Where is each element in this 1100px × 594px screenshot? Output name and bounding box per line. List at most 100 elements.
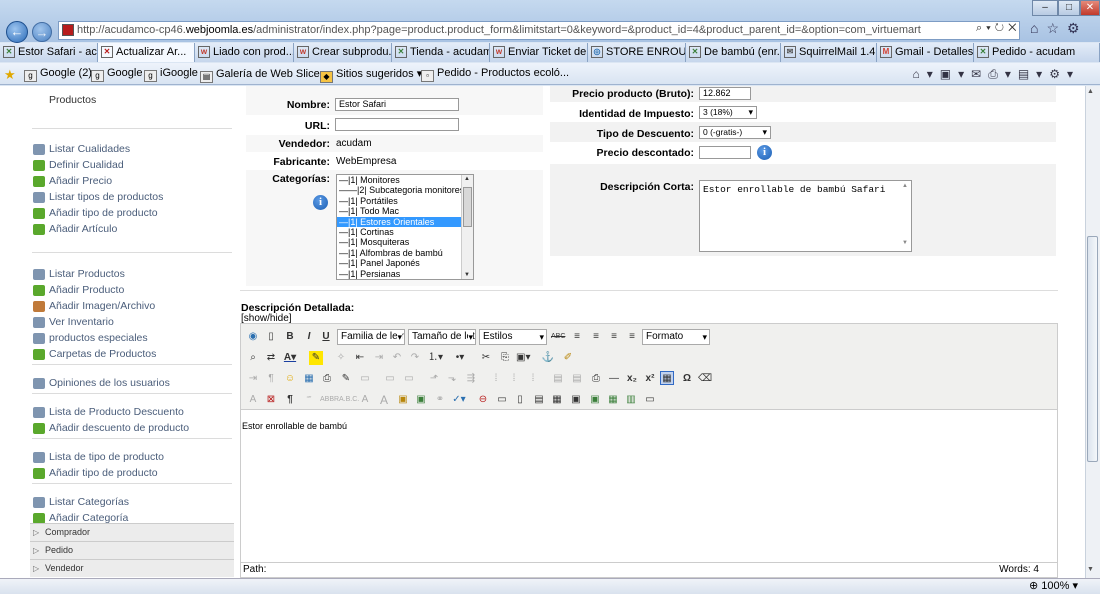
categories-scrollbar[interactable]: ▲ ▼: [461, 175, 473, 279]
page-menu-icon[interactable]: ▤▾: [1018, 67, 1049, 81]
maximize-button[interactable]: □: [1058, 0, 1080, 16]
fullscreen-icon[interactable]: ▭: [495, 393, 509, 407]
time-icon[interactable]: ▣: [569, 393, 583, 407]
favorites-star-icon[interactable]: ★: [4, 67, 16, 83]
category-option[interactable]: —|1| Portátiles: [337, 196, 461, 206]
horizontal-rule-icon[interactable]: —: [607, 372, 621, 386]
link-icon[interactable]: ⚭: [433, 393, 447, 407]
undo-icon[interactable]: ↶: [390, 351, 404, 365]
del-icon[interactable]: A: [358, 393, 372, 407]
spellcheck-icon[interactable]: ✓▾: [452, 393, 466, 407]
home-icon[interactable]: ⌂▾: [913, 67, 940, 81]
sidebar-item[interactable]: Lista de Producto Descuento: [30, 406, 234, 420]
highlight-color-icon[interactable]: ✎: [309, 351, 323, 365]
sidebar-item[interactable]: Añadir Producto: [30, 284, 234, 298]
font-family-select[interactable]: Familia de letra: [337, 329, 405, 345]
category-option[interactable]: —|1| Mosquiteras: [337, 237, 461, 247]
sidebar-item[interactable]: Añadir tipo de producto: [30, 207, 234, 221]
sidebar-item[interactable]: Añadir Imagen/Archivo: [30, 300, 234, 314]
tab-5[interactable]: w Enviar Ticket de...: [490, 43, 588, 62]
tab-1[interactable]: ✕ Actualizar Ar...: [98, 43, 195, 62]
sidebar-item[interactable]: Añadir Precio: [30, 175, 234, 189]
insert-style-icon[interactable]: A: [246, 393, 260, 407]
sidebar-item[interactable]: Opiniones de los usuarios: [30, 377, 234, 391]
edit-icon[interactable]: ✎: [339, 372, 353, 386]
align-right-icon[interactable]: ≡: [607, 330, 621, 344]
minimize-button[interactable]: –: [1032, 0, 1058, 16]
bullet-list-icon[interactable]: •▾: [453, 351, 467, 365]
bold-icon[interactable]: B: [283, 330, 297, 344]
nombre-input[interactable]: Estor Safari: [335, 98, 459, 111]
tab-3[interactable]: w Crear subprodu...: [294, 43, 392, 62]
impuesto-select[interactable]: 3 (18%): [699, 106, 757, 119]
tab-9[interactable]: M Gmail - Detalles...: [877, 43, 974, 62]
visual-aid-icon[interactable]: ⊠: [264, 393, 278, 407]
column2-icon[interactable]: ⁞: [507, 372, 521, 386]
insert-layer-icon[interactable]: ▯: [513, 393, 527, 407]
cleanup-icon[interactable]: ✧: [334, 351, 348, 365]
category-option[interactable]: ——|2| Subcategoria monitores: [337, 185, 464, 195]
find-icon[interactable]: ⌕: [246, 351, 260, 365]
strikethrough-icon[interactable]: ABC: [551, 330, 565, 344]
font-size-select[interactable]: Tamaño de letra: [408, 329, 476, 345]
align-center-icon[interactable]: ≡: [589, 330, 603, 344]
quote-icon[interactable]: “”: [302, 393, 316, 407]
stop-icon[interactable]: ✕: [1008, 22, 1020, 34]
row-icon[interactable]: ▤: [551, 372, 565, 386]
eraser-icon[interactable]: ⌫: [698, 372, 712, 386]
redo-icon[interactable]: ↷: [408, 351, 422, 365]
anchor-icon[interactable]: ⚓: [541, 351, 555, 365]
move-backward-icon[interactable]: ⬎: [445, 372, 459, 386]
pilcrow-icon[interactable]: ¶: [283, 393, 297, 407]
sidebar-item[interactable]: Añadir Artículo: [30, 223, 234, 237]
sidebar-group-vendedor[interactable]: Vendedor: [30, 559, 234, 577]
search-icon[interactable]: ⌕: [976, 22, 986, 34]
cut-icon[interactable]: ✂: [479, 351, 493, 365]
outdent-icon[interactable]: ⇤: [353, 351, 367, 365]
row2-icon[interactable]: ▤: [570, 372, 584, 386]
layer-icon[interactable]: ▭: [383, 372, 397, 386]
sidebar-item[interactable]: productos especiales: [30, 332, 234, 346]
insert-image-icon[interactable]: ▣: [588, 393, 602, 407]
safety-icon[interactable]: ⚙▾: [1049, 67, 1080, 81]
precio-input[interactable]: 12.862: [699, 87, 751, 100]
category-option[interactable]: —|1| Panel Japonés: [337, 258, 461, 268]
gear-icon[interactable]: ⚙: [1067, 20, 1088, 36]
editor-content[interactable]: Estor enrollable de bambú: [242, 421, 347, 431]
fav-google[interactable]: g Google: [91, 67, 142, 82]
sidebar-item[interactable]: Ver Inventario: [30, 316, 234, 330]
sidebar-group-comprador[interactable]: Comprador: [30, 523, 234, 541]
italic-icon[interactable]: I: [302, 330, 316, 344]
sidebar-item[interactable]: Carpetas de Productos: [30, 348, 234, 362]
rss-icon[interactable]: ▣▾: [940, 67, 971, 81]
sidebar-item[interactable]: Listar Cualidades: [30, 143, 234, 157]
zoom-control[interactable]: ⊕ 100% ▾: [1029, 579, 1078, 592]
subscript-icon[interactable]: x₂: [625, 372, 639, 386]
tab-6[interactable]: ◎STORE ENROUL...: [588, 43, 686, 62]
underline-icon[interactable]: U: [319, 330, 333, 344]
fav-pedido[interactable]: ▫ Pedido - Productos ecoló...: [421, 67, 569, 82]
indent-icon[interactable]: ⇥: [372, 351, 386, 365]
precio-descontado-input[interactable]: [699, 146, 751, 159]
desc-corta-textarea[interactable]: Estor enrollable de bambú Safari: [699, 180, 912, 252]
styles-select[interactable]: Estilos: [479, 329, 547, 345]
date-icon[interactable]: ▦: [550, 393, 564, 407]
sidebar-item[interactable]: Listar Productos: [30, 268, 234, 282]
source-code-icon[interactable]: ▭: [643, 393, 657, 407]
page-scrollbar-thumb[interactable]: [1087, 236, 1098, 462]
sidebar-group-pedido[interactable]: Pedido: [30, 541, 234, 559]
cleanup-brush-icon[interactable]: ✐: [561, 351, 575, 365]
textarea-scroll-down[interactable]: ▼: [902, 240, 908, 246]
image-manager-icon[interactable]: ▣: [414, 393, 428, 407]
tab-0[interactable]: ✕ Estor Safari - ac...: [0, 43, 98, 62]
refresh-icon[interactable]: ↻: [995, 22, 1008, 34]
ltr-icon[interactable]: ⇥: [246, 372, 260, 386]
tab-7[interactable]: ✕ De bambú (enr...: [686, 43, 781, 62]
acronym-icon[interactable]: A.B.C.: [339, 393, 359, 407]
numbered-list-icon[interactable]: ⒈▾: [428, 351, 443, 365]
category-option[interactable]: —|1| Persianas: [337, 269, 461, 279]
ins-icon[interactable]: A: [377, 393, 391, 407]
category-option[interactable]: —|1| Alfombras de bambú: [337, 248, 461, 258]
preview-icon[interactable]: ⎙: [320, 372, 334, 386]
category-option[interactable]: —|1| Monitores: [337, 175, 461, 185]
